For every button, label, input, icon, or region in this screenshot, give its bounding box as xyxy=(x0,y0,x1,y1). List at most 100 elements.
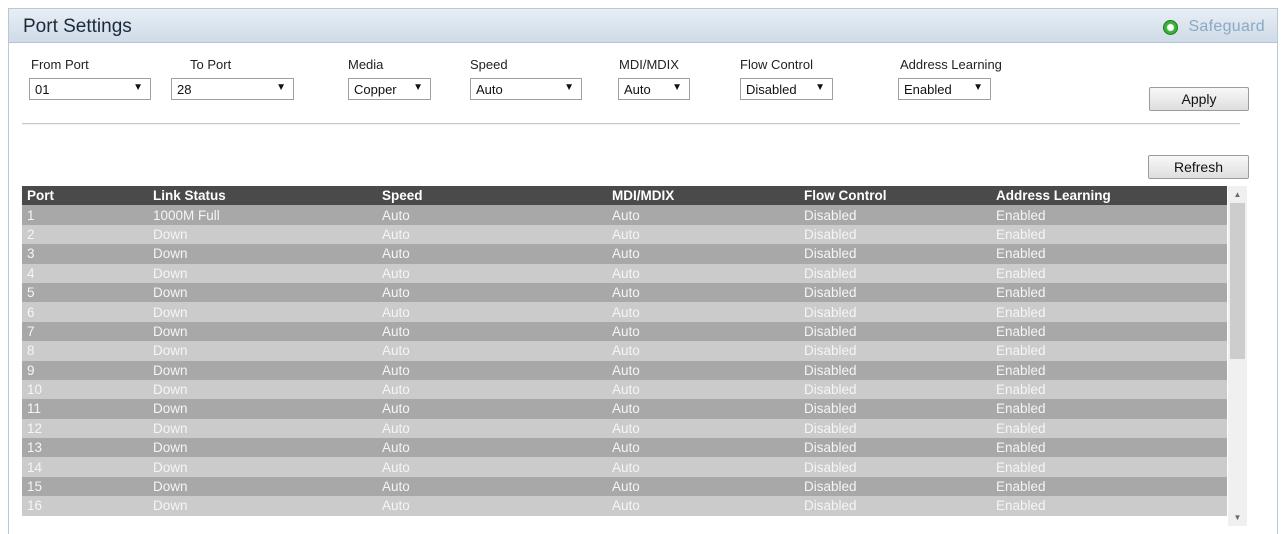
flow-control-cell: Disabled xyxy=(804,265,857,281)
address-learning-cell: Enabled xyxy=(996,207,1046,223)
port-cell: 8 xyxy=(27,343,35,359)
port-cell: 5 xyxy=(27,285,35,301)
port-cell: 1 xyxy=(27,207,35,223)
mdi-cell: Auto xyxy=(612,343,640,359)
speed-cell: Auto xyxy=(382,382,410,398)
title-bar: Port Settings Safeguard xyxy=(9,9,1277,43)
port-cell: 6 xyxy=(27,304,35,320)
flow-control-cell: Disabled xyxy=(804,479,857,495)
chevron-down-icon: ▼ xyxy=(973,82,983,93)
port-cell: 15 xyxy=(27,479,43,495)
to-port-label: To Port xyxy=(190,57,232,72)
address-learning-cell: Enabled xyxy=(996,323,1046,339)
table-row: 1 1000M Full Auto Auto Disabled Enabled xyxy=(22,205,1227,225)
safeguard-indicator: Safeguard xyxy=(1163,17,1265,37)
link-status-cell: Down xyxy=(153,382,188,398)
link-status-cell: Down xyxy=(153,479,188,495)
speed-cell: Auto xyxy=(382,285,410,301)
speed-select[interactable]: Auto ▼ xyxy=(470,78,582,100)
refresh-button[interactable]: Refresh xyxy=(1148,155,1249,179)
link-status-cell: Down xyxy=(153,440,188,456)
address-learning-cell: Enabled xyxy=(996,479,1046,495)
flow-control-cell: Disabled xyxy=(804,401,857,417)
address-learning-cell: Enabled xyxy=(996,343,1046,359)
mdi-cell: Auto xyxy=(612,440,640,456)
chevron-down-icon: ▼ xyxy=(276,82,286,93)
media-select[interactable]: Copper ▼ xyxy=(348,78,431,100)
link-status-cell: Down xyxy=(153,459,188,475)
port-cell: 16 xyxy=(27,498,43,514)
flow-control-cell: Disabled xyxy=(804,440,857,456)
address-learning-cell: Enabled xyxy=(996,362,1046,378)
mdi-cell: Auto xyxy=(612,285,640,301)
speed-cell: Auto xyxy=(382,207,410,223)
speed-cell: Auto xyxy=(382,420,410,436)
table-row: 14 Down Auto Auto Disabled Enabled xyxy=(22,457,1227,477)
scroll-down-icon[interactable]: ▼ xyxy=(1228,509,1247,526)
speed-label: Speed xyxy=(470,57,508,72)
apply-button[interactable]: Apply xyxy=(1149,87,1249,111)
speed-cell: Auto xyxy=(382,401,410,417)
mdi-col-header: MDI/MDIX xyxy=(612,188,675,204)
media-label: Media xyxy=(348,57,384,72)
link-status-cell: Down xyxy=(153,420,188,436)
link-status-cell: Down xyxy=(153,401,188,417)
mdi-value: Auto xyxy=(624,81,651,97)
to-port-select[interactable]: 28 ▼ xyxy=(171,78,294,100)
flow-control-cell: Disabled xyxy=(804,226,857,242)
address-learning-select[interactable]: Enabled ▼ xyxy=(898,78,991,100)
port-cell: 7 xyxy=(27,323,35,339)
table-scrollbar[interactable]: ▲ ▼ xyxy=(1228,186,1247,526)
table-row: 15 Down Auto Auto Disabled Enabled xyxy=(22,476,1227,497)
link-status-cell: Down xyxy=(153,323,188,339)
speed-cell: Auto xyxy=(382,343,410,359)
address-learning-cell: Enabled xyxy=(996,459,1046,475)
mdi-select[interactable]: Auto ▼ xyxy=(618,78,690,100)
from-port-label: From Port xyxy=(31,57,89,72)
mdi-cell: Auto xyxy=(612,420,640,436)
speed-col-header: Speed xyxy=(382,188,423,204)
table-row: 4 Down Auto Auto Disabled Enabled xyxy=(22,263,1227,283)
address-learning-col-header: Address Learning xyxy=(996,188,1111,204)
speed-value: Auto xyxy=(476,81,503,97)
address-learning-cell: Enabled xyxy=(996,420,1046,436)
address-learning-cell: Enabled xyxy=(996,265,1046,281)
port-cell: 11 xyxy=(27,401,42,417)
mdi-cell: Auto xyxy=(612,498,640,514)
flow-control-cell: Disabled xyxy=(804,459,857,475)
page-title: Port Settings xyxy=(23,16,132,37)
link-status-cell: Down xyxy=(153,304,188,320)
table-row: 11 Down Auto Auto Disabled Enabled xyxy=(22,399,1227,419)
from-port-select[interactable]: 01 ▼ xyxy=(29,78,151,100)
table-row: 5 Down Auto Auto Disabled Enabled xyxy=(22,282,1227,303)
table-row: 13 Down Auto Auto Disabled Enabled xyxy=(22,438,1227,458)
speed-cell: Auto xyxy=(382,479,410,495)
speed-cell: Auto xyxy=(382,246,410,262)
address-learning-cell: Enabled xyxy=(996,304,1046,320)
port-cell: 12 xyxy=(27,420,43,436)
port-cell: 13 xyxy=(27,440,43,456)
link-status-cell: Down xyxy=(153,498,188,514)
mdi-cell: Auto xyxy=(612,479,640,495)
scroll-up-icon[interactable]: ▲ xyxy=(1228,186,1247,203)
mdi-cell: Auto xyxy=(612,362,640,378)
mdi-cell: Auto xyxy=(612,265,640,281)
table-row: 10 Down Auto Auto Disabled Enabled xyxy=(22,379,1227,400)
from-port-value: 01 xyxy=(35,81,50,97)
flow-control-cell: Disabled xyxy=(804,323,857,339)
speed-cell: Auto xyxy=(382,265,410,281)
link-status-cell: Down xyxy=(153,343,188,359)
speed-cell: Auto xyxy=(382,226,410,242)
speed-cell: Auto xyxy=(382,498,410,514)
link-status-cell: Down xyxy=(153,265,188,281)
address-learning-cell: Enabled xyxy=(996,285,1046,301)
safeguard-label: Safeguard xyxy=(1188,18,1265,35)
address-learning-cell: Enabled xyxy=(996,246,1046,262)
port-cell: 3 xyxy=(27,246,35,262)
port-cell: 9 xyxy=(27,362,35,378)
flow-control-select[interactable]: Disabled ▼ xyxy=(740,78,833,100)
table-row: 8 Down Auto Auto Disabled Enabled xyxy=(22,341,1227,361)
scrollbar-thumb[interactable] xyxy=(1230,203,1245,359)
flow-control-cell: Disabled xyxy=(804,207,857,223)
link-status-cell: Down xyxy=(153,285,188,301)
